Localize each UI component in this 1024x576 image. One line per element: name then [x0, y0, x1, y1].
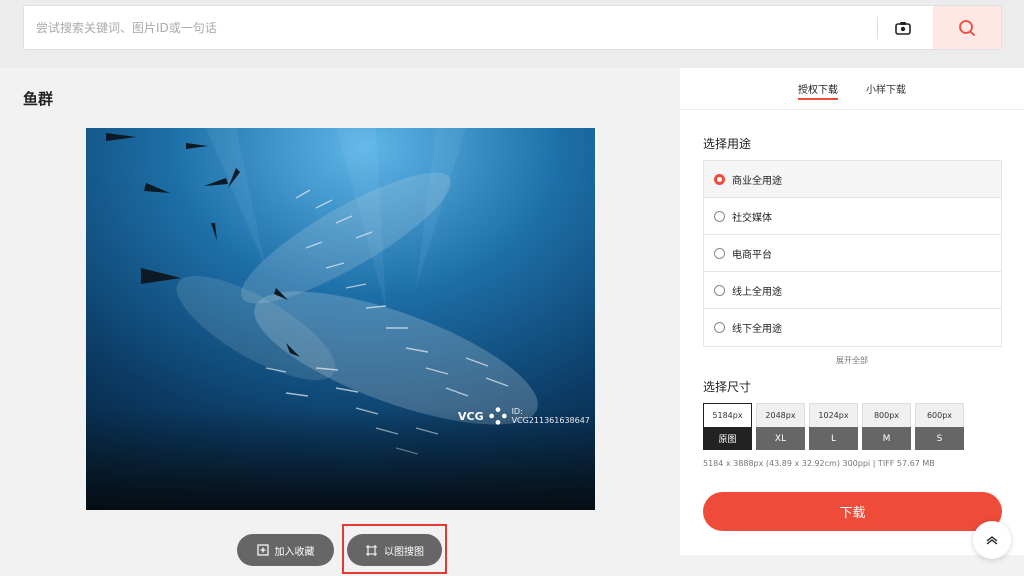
highlight-box	[342, 524, 447, 574]
size-px: 800px	[862, 403, 911, 427]
download-button[interactable]: 下载	[703, 492, 1002, 531]
download-panel: 授权下载 小样下载 选择用途 商业全用途 社交媒体 电商平台 线上全用途 线下全…	[680, 68, 1024, 555]
size-label: S	[915, 427, 964, 450]
usage-option-commercial[interactable]: 商业全用途	[704, 161, 1001, 198]
expand-all-link[interactable]: 展开全部	[680, 355, 1024, 366]
usage-option-ecommerce[interactable]: 电商平台	[704, 235, 1001, 272]
search-input[interactable]	[36, 6, 876, 49]
usage-options: 商业全用途 社交媒体 电商平台 线上全用途 线下全用途	[703, 160, 1002, 347]
radio-icon	[714, 284, 725, 296]
radio-selected-icon	[714, 173, 725, 185]
file-meta-info: 5184 x 3888px (43.89 x 32.92cm) 300ppi |…	[703, 459, 935, 468]
size-options: 5184px 原图 2048px XL 1024px L 800px M 600…	[703, 403, 964, 450]
usage-option-offline[interactable]: 线下全用途	[704, 309, 1001, 346]
size-option-m[interactable]: 800px M	[862, 403, 911, 450]
usage-option-label: 线下全用途	[732, 324, 782, 335]
size-option-original[interactable]: 5184px 原图	[703, 403, 752, 450]
usage-option-social[interactable]: 社交媒体	[704, 198, 1001, 235]
download-tabs: 授权下载 小样下载	[680, 68, 1024, 110]
size-px: 600px	[915, 403, 964, 427]
usage-option-online[interactable]: 线上全用途	[704, 272, 1001, 309]
top-bar	[0, 0, 1024, 68]
size-label: XL	[756, 427, 805, 450]
back-to-top-button[interactable]	[973, 521, 1011, 559]
search-icon	[959, 19, 975, 36]
image-title: 鱼群	[23, 90, 54, 108]
tab-sample-download[interactable]: 小样下载	[866, 81, 906, 96]
size-px: 5184px	[703, 403, 752, 427]
size-option-l[interactable]: 1024px L	[809, 403, 858, 450]
size-section-title: 选择尺寸	[703, 380, 752, 394]
radio-icon	[714, 210, 725, 222]
add-favorite-icon	[256, 544, 269, 556]
size-option-s[interactable]: 600px S	[915, 403, 964, 450]
search-box	[23, 5, 1002, 50]
usage-option-label: 商业全用途	[732, 175, 782, 187]
search-divider	[877, 17, 878, 39]
size-label: L	[809, 427, 858, 450]
usage-option-label: 线上全用途	[732, 286, 782, 298]
size-label: M	[862, 427, 911, 450]
tab-licensed-download[interactable]: 授权下载	[798, 81, 838, 100]
watermark-brand: VCG	[458, 409, 484, 423]
usage-section-title: 选择用途	[703, 137, 752, 151]
vcg-logo-icon	[488, 407, 507, 425]
chevron-up-icon	[986, 536, 998, 545]
usage-option-label: 电商平台	[732, 249, 772, 261]
search-button[interactable]	[933, 6, 1001, 49]
watermark: VCG ID: VCG211361638647	[458, 405, 595, 427]
add-to-favorites-button[interactable]: 加入收藏	[237, 534, 334, 566]
add-to-favorites-label: 加入收藏	[274, 546, 315, 558]
usage-option-label: 社交媒体	[732, 212, 772, 224]
radio-icon	[714, 322, 725, 333]
size-px: 2048px	[756, 403, 805, 427]
size-option-xl[interactable]: 2048px XL	[756, 403, 805, 450]
camera-search-icon[interactable]	[891, 16, 915, 40]
size-label: 原图	[703, 427, 752, 450]
radio-icon	[714, 247, 725, 259]
main-photo[interactable]: VCG ID: VCG211361638647	[86, 128, 595, 510]
size-px: 1024px	[809, 403, 858, 427]
watermark-id: ID: VCG211361638647	[511, 407, 590, 425]
